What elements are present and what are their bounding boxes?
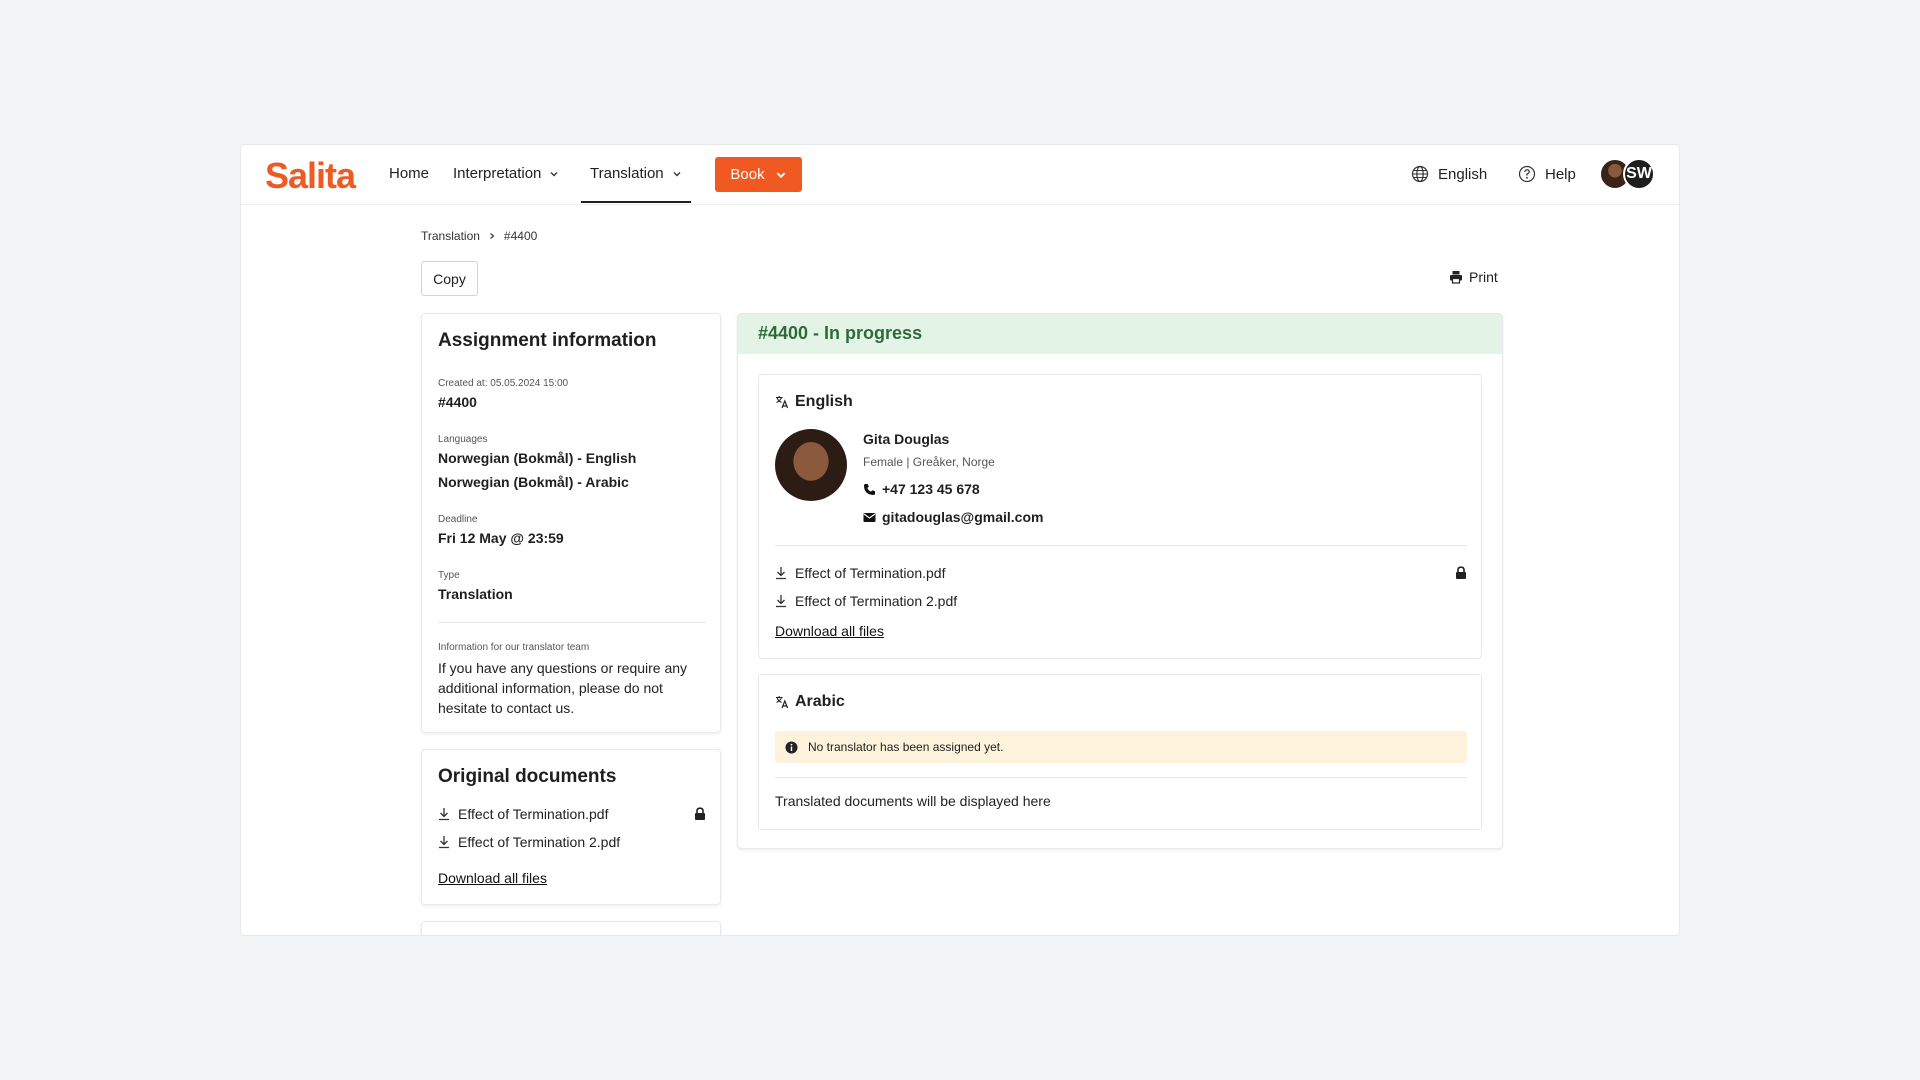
divider: [438, 622, 706, 623]
download-icon: [776, 567, 786, 580]
phone-icon: [864, 483, 875, 495]
nav-interpretation[interactable]: Interpretation: [453, 165, 559, 182]
download-icon: [439, 808, 449, 821]
file-name: Effect of Termination 2.pdf: [458, 834, 621, 850]
top-navigation: Salita Home Interpretation Translation B…: [241, 145, 1679, 205]
status-header: #4400 - In progress: [738, 314, 1502, 354]
divider: [775, 777, 1467, 778]
language-pair: Norwegian (Bokmål) - Arabic: [438, 474, 629, 490]
translated-files-list: Effect of Termination.pdf Effect of Term…: [775, 559, 1467, 615]
email-address: gitadouglas@gmail.com: [882, 509, 1044, 525]
print-label: Print: [1469, 269, 1498, 285]
language-pair: Norwegian (Bokmål) - English: [438, 450, 637, 466]
chevron-right-icon: [490, 233, 495, 239]
help-link[interactable]: Help: [1518, 165, 1576, 183]
translator-name: Gita Douglas: [863, 431, 950, 447]
no-translator-warning: No translator has been assigned yet.: [775, 731, 1467, 763]
copy-button[interactable]: Copy: [421, 261, 478, 296]
file-item[interactable]: Effect of Termination.pdf: [775, 559, 1467, 587]
book-button[interactable]: Book: [715, 157, 802, 192]
nav-translation[interactable]: Translation: [590, 165, 682, 182]
original-documents-card: Original documents Effect of Termination…: [421, 749, 721, 905]
file-name: Effect of Termination.pdf: [795, 565, 946, 581]
breadcrumb-current: #4400: [503, 229, 538, 243]
info-icon: [785, 741, 798, 753]
translator-email[interactable]: gitadouglas@gmail.com: [863, 509, 1043, 525]
deadline-value: Fri 12 May @ 23:59: [438, 530, 564, 546]
divider: [775, 545, 1467, 546]
printer-icon: [1450, 271, 1462, 284]
file-item[interactable]: Effect of Termination 2.pdf: [438, 828, 706, 856]
warning-text: No translator has been assigned yet.: [808, 740, 1004, 754]
nav-interpretation-label: Interpretation: [453, 165, 542, 182]
help-label: Help: [1545, 165, 1576, 183]
translate-icon: [776, 396, 789, 409]
download-icon: [439, 836, 449, 849]
type-label: Type: [438, 570, 460, 581]
chevron-down-icon: [776, 172, 785, 178]
download-icon: [776, 595, 786, 608]
english-translation-card: English Gita Douglas Female | Greåker, N…: [758, 374, 1482, 659]
app-window: Salita Home Interpretation Translation B…: [240, 144, 1680, 936]
deadline-label: Deadline: [438, 514, 478, 525]
assignment-title: Assignment information: [438, 330, 657, 351]
assignment-id: #4400: [438, 394, 477, 410]
arabic-label: Arabic: [795, 693, 845, 710]
download-all-files-link[interactable]: Download all files: [775, 623, 884, 639]
arabic-translation-card: Arabic No translator has been assigned y…: [758, 674, 1482, 830]
chevron-down-icon: [673, 171, 681, 176]
created-at-label: Created at: 05.05.2024 15:00: [438, 378, 569, 389]
file-name: Effect of Termination.pdf: [458, 806, 609, 822]
file-item[interactable]: Effect of Termination 2.pdf: [775, 587, 1467, 615]
english-heading: English: [775, 393, 853, 411]
type-value: Translation: [438, 586, 513, 602]
breadcrumb: Translation #4400: [421, 229, 537, 243]
language-selector[interactable]: English: [1411, 165, 1487, 183]
chevron-down-icon: [550, 171, 558, 176]
phone-number: +47 123 45 678: [882, 481, 980, 497]
globe-icon: [1411, 165, 1429, 183]
arabic-heading: Arabic: [775, 693, 845, 711]
nav-home-label: Home: [389, 165, 430, 182]
help-circle-icon: [1518, 165, 1536, 183]
nav-active-indicator: [581, 201, 691, 203]
translator-photo: [775, 429, 847, 501]
info-text: If you have any questions or require any…: [438, 660, 688, 716]
breadcrumb-translation[interactable]: Translation: [421, 229, 480, 243]
download-all-files-link[interactable]: Download all files: [438, 870, 547, 886]
original-documents-title: Original documents: [438, 766, 617, 787]
print-button[interactable]: Print: [1449, 269, 1498, 285]
languages-label: Languages: [438, 434, 488, 445]
file-name: Effect of Termination 2.pdf: [795, 593, 958, 609]
additional-card: [421, 921, 721, 935]
info-label: Information for our translator team: [438, 642, 590, 653]
account-avatar[interactable]: SW: [1623, 158, 1655, 190]
translated-documents-placeholder: Translated documents will be displayed h…: [775, 793, 1051, 809]
mail-icon: [863, 512, 876, 522]
nav-translation-label: Translation: [590, 165, 664, 182]
nav-home[interactable]: Home: [389, 165, 429, 182]
translate-icon: [776, 696, 789, 709]
translation-status-panel: #4400 - In progress English Gita Douglas…: [737, 313, 1503, 849]
lock-icon: [1456, 566, 1466, 579]
translator-phone[interactable]: +47 123 45 678: [863, 481, 980, 497]
salita-logo[interactable]: Salita: [265, 155, 356, 197]
book-button-label: Book: [730, 166, 765, 183]
file-item[interactable]: Effect of Termination.pdf: [438, 800, 706, 828]
english-label: English: [795, 393, 853, 410]
original-documents-list: Effect of Termination.pdf Effect of Term…: [438, 800, 706, 856]
language-label: English: [1438, 165, 1488, 183]
lock-icon: [695, 807, 705, 820]
translator-details: Female | Greåker, Norge: [863, 455, 995, 469]
assignment-info-card: Assignment information Created at: 05.05…: [421, 313, 721, 733]
